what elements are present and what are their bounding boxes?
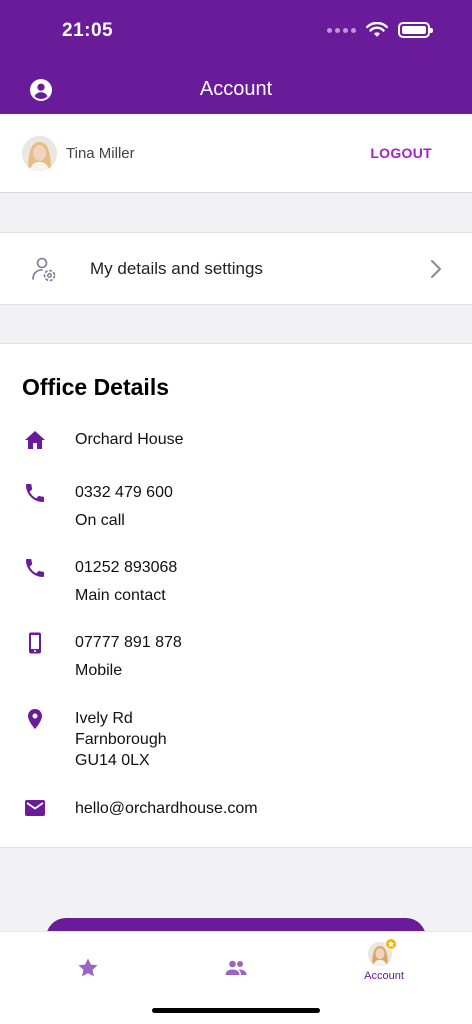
office-details-card: Office Details Orchard House 0332 479 60…	[0, 343, 472, 848]
phone-label-on-call: On call	[75, 512, 125, 529]
office-details-title: Office Details	[22, 374, 169, 400]
mobile-icon[interactable]	[23, 631, 47, 655]
home-icon	[25, 431, 45, 449]
user-bar: Tina Miller LOGOUT	[0, 114, 472, 193]
nav-bar: Account	[0, 66, 472, 114]
star-badge-icon	[385, 938, 397, 950]
star-icon	[78, 958, 98, 977]
home-indicator	[152, 1008, 320, 1013]
people-icon	[225, 960, 247, 975]
tab-account-label: Account	[364, 970, 404, 982]
logout-button[interactable]: LOGOUT	[370, 145, 432, 161]
tab-account[interactable]: Account	[324, 932, 444, 1002]
location-pin-icon	[28, 709, 42, 729]
tab-people[interactable]	[176, 932, 296, 1002]
user-gear-icon	[32, 257, 56, 282]
address-line-3: GU14 0LX	[75, 752, 150, 769]
battery-icon	[398, 22, 433, 38]
chevron-right-icon	[431, 260, 441, 278]
phone-number-main[interactable]: 01252 893068	[75, 557, 177, 578]
phone-label-main: Main contact	[75, 587, 166, 604]
user-name: Tina Miller	[66, 145, 135, 162]
phone-icon[interactable]	[23, 556, 47, 580]
signal-icon	[327, 27, 356, 33]
phone-number-mobile[interactable]: 07777 891 878	[75, 632, 182, 653]
email-icon[interactable]	[23, 796, 47, 820]
office-name: Orchard House	[75, 431, 184, 448]
address-line-1: Ively Rd	[75, 710, 133, 727]
page-title: Account	[199, 78, 273, 100]
phone-icon[interactable]	[23, 481, 47, 505]
status-bar: 21:05	[0, 0, 472, 66]
status-time: 21:05	[62, 20, 114, 41]
address-line-2: Farnborough	[75, 731, 167, 748]
status-icons	[327, 22, 433, 38]
tab-favourites[interactable]	[28, 932, 148, 1002]
email-address[interactable]: hello@orchardhouse.com	[75, 798, 258, 819]
my-details-settings-row[interactable]: My details and settings	[0, 232, 472, 305]
avatar	[22, 136, 57, 171]
my-details-label: My details and settings	[90, 259, 263, 278]
wifi-icon	[366, 22, 388, 37]
phone-label-mobile: Mobile	[75, 662, 123, 679]
phone-number-on-call[interactable]: 0332 479 600	[75, 482, 173, 503]
